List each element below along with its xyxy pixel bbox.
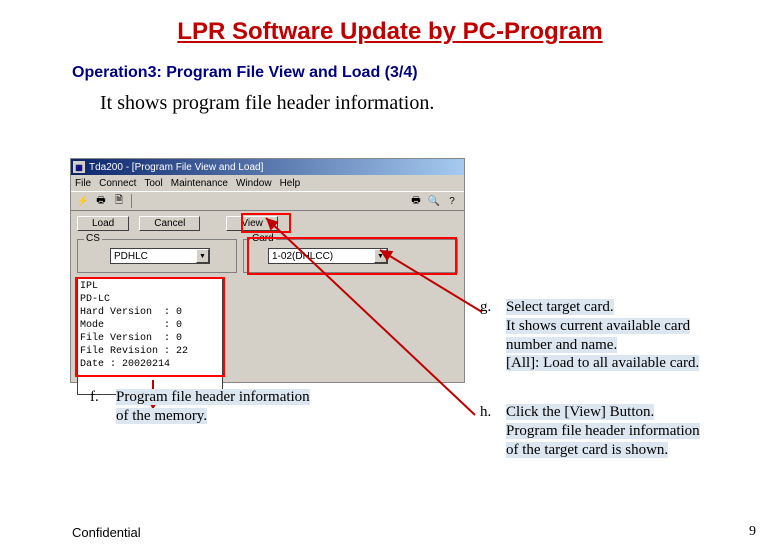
menu-help[interactable]: Help bbox=[280, 178, 301, 189]
confidential-label: Confidential bbox=[72, 525, 141, 540]
app-icon: ▦ bbox=[73, 161, 85, 173]
window-title-text: Tda200 - [Program File View and Load] bbox=[89, 162, 263, 173]
toolbar-icon-2[interactable]: 🖶 bbox=[93, 193, 109, 209]
annotation-f-text: Program file header information of the m… bbox=[116, 388, 310, 426]
toolbar-icon-4[interactable]: 🖶 bbox=[408, 193, 424, 209]
annotation-f: f. Program file header information of th… bbox=[90, 388, 390, 426]
cancel-button[interactable]: Cancel bbox=[139, 216, 200, 231]
annotation-h-letter: h. bbox=[480, 403, 506, 459]
toolbar-icon-1[interactable]: ⚡ bbox=[75, 193, 91, 209]
window-titlebar: ▦ Tda200 - [Program File View and Load] bbox=[71, 159, 464, 175]
menu-tool[interactable]: Tool bbox=[144, 178, 162, 189]
menu-maintenance[interactable]: Maintenance bbox=[171, 178, 228, 189]
toolbar-icon-3[interactable]: 🗎 bbox=[111, 193, 127, 209]
description-text: It shows program file header information… bbox=[100, 92, 780, 115]
menubar: File Connect Tool Maintenance Window Hel… bbox=[71, 175, 464, 191]
load-button[interactable]: Load bbox=[77, 216, 129, 231]
page-number: 9 bbox=[749, 524, 756, 540]
menu-file[interactable]: File bbox=[75, 178, 91, 189]
menu-window[interactable]: Window bbox=[236, 178, 272, 189]
annotation-h-text: Click the [View] Button. Program file he… bbox=[506, 403, 700, 459]
cs-dropdown[interactable]: PDHLC ▼ bbox=[110, 248, 210, 264]
toolbar: ⚡ 🖶 🗎 🖶 🔍 ? bbox=[71, 191, 464, 211]
cs-value: PDHLC bbox=[114, 251, 148, 262]
button-row: Load Cancel View bbox=[71, 211, 464, 235]
view-button[interactable]: View bbox=[226, 216, 278, 231]
toolbar-separator bbox=[131, 194, 132, 208]
annotation-g: g. Select target card. It shows current … bbox=[480, 298, 740, 373]
header-info-highlight bbox=[75, 277, 225, 377]
annotation-h: h. Click the [View] Button. Program file… bbox=[480, 403, 740, 459]
cs-fieldset: CS PDHLC ▼ bbox=[77, 239, 237, 273]
operation-subtitle: Operation3: Program File View and Load (… bbox=[72, 64, 780, 82]
card-fieldset-highlight bbox=[247, 237, 457, 275]
annotation-g-text: Select target card. It shows current ava… bbox=[506, 298, 699, 373]
menu-connect[interactable]: Connect bbox=[99, 178, 136, 189]
page-title: LPR Software Update by PC-Program bbox=[0, 18, 780, 46]
chevron-down-icon: ▼ bbox=[196, 249, 209, 263]
toolbar-icon-5[interactable]: 🔍 bbox=[426, 193, 442, 209]
cs-label: CS bbox=[84, 233, 102, 244]
toolbar-icon-6[interactable]: ? bbox=[444, 193, 460, 209]
annotation-g-letter: g. bbox=[480, 298, 506, 373]
app-window: ▦ Tda200 - [Program File View and Load] … bbox=[70, 158, 465, 383]
annotation-f-letter: f. bbox=[90, 388, 116, 426]
